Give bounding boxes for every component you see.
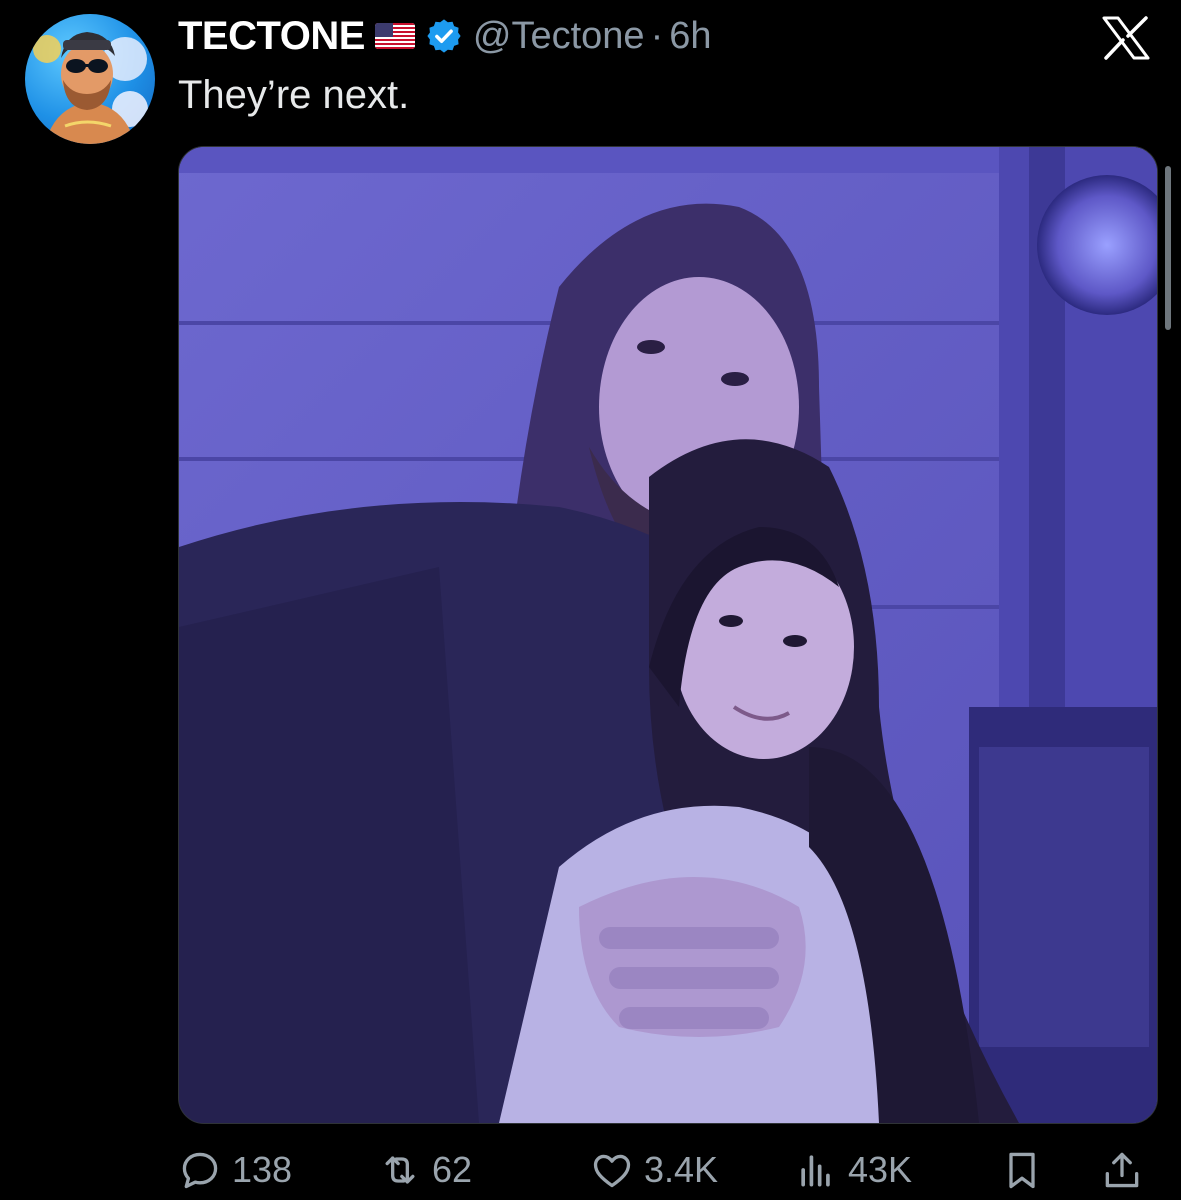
reply-button[interactable]: 138 <box>178 1146 292 1194</box>
author-handle[interactable]: @Tectone <box>473 15 645 58</box>
tweet-text: They’re next. <box>178 73 410 117</box>
action-bar: 138 62 3.4K 43K <box>178 1140 1158 1200</box>
like-count: 3.4K <box>644 1149 719 1190</box>
like-button[interactable]: 3.4K <box>590 1146 718 1194</box>
tweet: TECTONE @Tectone · 6h They’re next. 138 … <box>0 0 1181 1200</box>
share-button[interactable] <box>1100 1146 1154 1194</box>
reply-icon <box>178 1148 222 1192</box>
repost-button[interactable]: 62 <box>378 1146 472 1194</box>
separator-dot: · <box>650 14 664 57</box>
tweet-header: TECTONE @Tectone · 6h <box>178 10 712 62</box>
tweet-photo[interactable] <box>178 146 1158 1124</box>
repost-count: 62 <box>432 1149 473 1190</box>
us-flag-icon <box>374 23 415 49</box>
bookmark-button[interactable] <box>1000 1146 1054 1194</box>
author-display-name[interactable]: TECTONE <box>178 14 365 59</box>
share-icon <box>1100 1148 1144 1192</box>
reply-count: 138 <box>232 1149 293 1190</box>
verified-badge-icon <box>425 17 463 55</box>
repost-icon <box>378 1148 422 1192</box>
analytics-icon <box>794 1148 838 1192</box>
scrollbar[interactable] <box>1165 166 1171 330</box>
x-logo-icon <box>1100 16 1152 60</box>
author-avatar[interactable] <box>25 14 155 144</box>
views-button[interactable]: 43K <box>794 1146 912 1194</box>
view-count: 43K <box>848 1149 913 1190</box>
bookmark-icon <box>1000 1148 1044 1192</box>
heart-icon <box>590 1148 634 1192</box>
tweet-timestamp[interactable]: 6h <box>669 15 711 58</box>
